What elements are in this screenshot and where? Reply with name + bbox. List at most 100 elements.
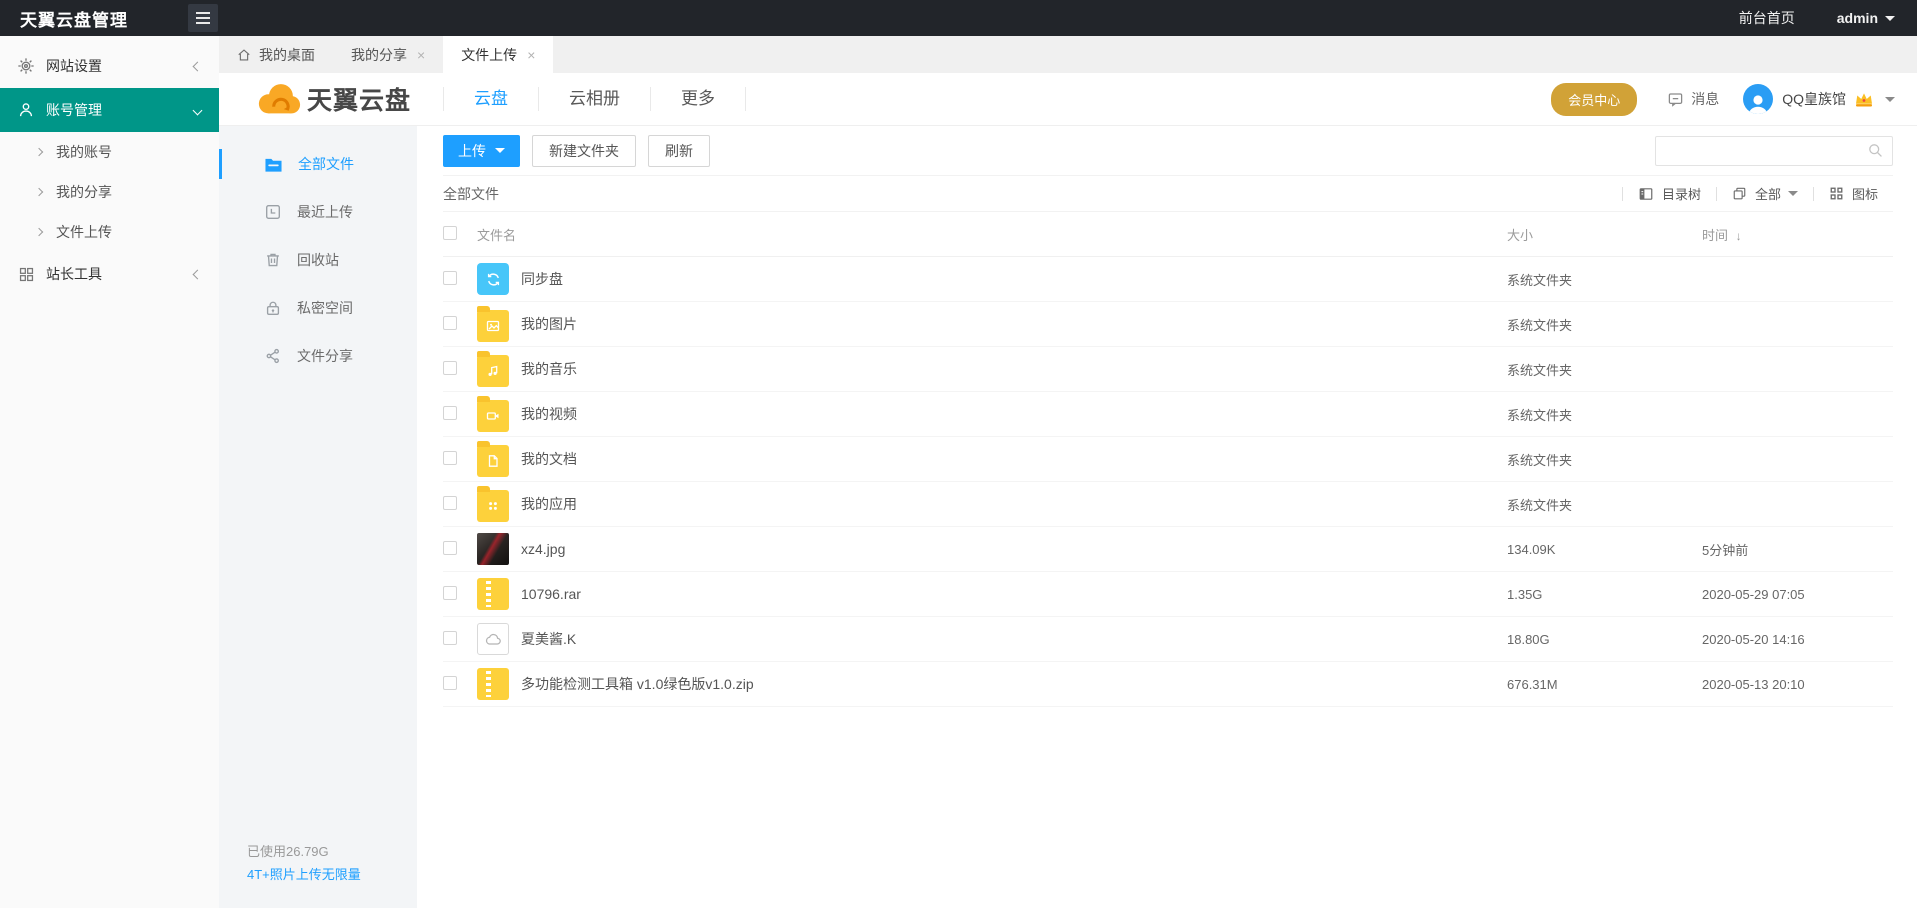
close-icon[interactable]: × [417,47,425,63]
filter-all-icon [1732,186,1747,201]
column-header-name[interactable]: 文件名 [477,225,1507,244]
storage-promo-link[interactable]: 4T+照片上传无限量 [247,863,361,886]
sidebar-subitem-my-shares[interactable]: 我的分享 [0,172,219,212]
breadcrumb-row: 全部文件 目录树 [443,176,1893,212]
column-header-time[interactable]: 时间 ↓ [1702,225,1893,244]
table-row[interactable]: 多功能检测工具箱 v1.0绿色版v1.0.zip 676.31M 2020-05… [443,662,1893,707]
music-folder-icon [477,355,509,387]
row-checkbox[interactable] [443,496,457,510]
file-name[interactable]: 夏美酱.K [521,629,1507,649]
table-row[interactable]: 我的文档 系统文件夹 [443,437,1893,482]
breadcrumb[interactable]: 全部文件 [443,184,499,204]
file-name[interactable]: 我的图片 [521,314,1507,334]
file-name[interactable]: 我的视频 [521,404,1507,424]
upload-button[interactable]: 上传 [443,135,520,167]
table-row[interactable]: 10796.rar 1.35G 2020-05-29 07:05 [443,572,1893,617]
nav-cloud-disk[interactable]: 云盘 [443,87,538,111]
sort-desc-icon[interactable]: ↓ [1736,229,1742,243]
table-row[interactable]: 我的应用 系统文件夹 [443,482,1893,527]
file-name[interactable]: 10796.rar [521,586,1507,602]
menu-private-space[interactable]: 私密空间 [219,284,417,332]
file-side-menu: 全部文件 最近上传 [219,126,417,908]
row-checkbox[interactable] [443,316,457,330]
collapse-menu-button[interactable] [188,4,218,32]
sidebar-item-webmaster-tools[interactable]: 站长工具 [0,252,219,296]
icons-view-button[interactable]: 图标 [1814,184,1893,203]
row-checkbox[interactable] [443,271,457,285]
row-checkbox[interactable] [443,631,457,645]
file-time: 2020-05-20 14:16 [1702,632,1893,647]
lock-icon [264,299,282,317]
new-folder-button[interactable]: 新建文件夹 [532,135,636,167]
sidebar-subitem-file-upload[interactable]: 文件上传 [0,212,219,252]
file-name[interactable]: 同步盘 [521,269,1507,289]
table-row[interactable]: xz4.jpg 134.09K 5分钟前 [443,527,1893,572]
sidebar-subitem-label: 文件上传 [56,222,112,242]
home-icon [237,48,251,62]
chevron-down-icon [1885,16,1895,26]
sidebar-item-site-settings[interactable]: 网站设置 [0,44,219,88]
chevron-left-icon [193,61,203,71]
table-row[interactable]: 我的音乐 系统文件夹 [443,347,1893,392]
crown-icon [1853,89,1875,109]
tab-label: 文件上传 [461,45,517,65]
user-icon [16,101,36,119]
app-nav: 云盘 云相册 更多 [443,87,746,111]
table-row[interactable]: 夏美酱.K 18.80G 2020-05-20 14:16 [443,617,1893,662]
row-checkbox[interactable] [443,586,457,600]
menu-all-files[interactable]: 全部文件 [219,140,417,188]
account-username[interactable]: QQ皇族馆 [1782,89,1846,109]
admin-user-menu[interactable]: admin [1837,10,1895,26]
chevron-down-icon[interactable] [1885,97,1895,107]
doc-folder-icon [477,445,509,477]
menu-recycle-bin[interactable]: 回收站 [219,236,417,284]
menu-label: 回收站 [297,250,339,270]
vip-center-button[interactable]: 会员中心 [1551,83,1637,116]
refresh-button[interactable]: 刷新 [648,135,710,167]
tab-my-desktop[interactable]: 我的桌面 [219,36,333,73]
image-thumbnail [477,533,509,565]
tree-view-button[interactable]: 目录树 [1623,184,1716,203]
file-name[interactable]: 多功能检测工具箱 v1.0绿色版v1.0.zip [521,674,1507,694]
header-right: 会员中心 消息 QQ皇族馆 [1551,83,1895,116]
tab-my-shares[interactable]: 我的分享 × [333,36,443,73]
row-checkbox[interactable] [443,541,457,555]
sidebar-subitem-label: 我的账号 [56,142,112,162]
column-header-size[interactable]: 大小 [1507,225,1702,244]
search-input[interactable] [1656,143,1867,158]
menu-file-share[interactable]: 文件分享 [219,332,417,380]
messages-button[interactable]: 消息 [1667,89,1719,109]
search-icon[interactable] [1867,142,1884,159]
file-name[interactable]: 我的音乐 [521,359,1507,379]
view-control-label: 全部 [1755,184,1781,203]
archive-icon [477,578,509,610]
tab-file-upload[interactable]: 文件上传 × [443,36,553,73]
row-checkbox[interactable] [443,676,457,690]
nav-cloud-album[interactable]: 云相册 [538,87,650,111]
app-logo[interactable]: 天翼云盘 [256,81,411,117]
sidebar-item-label: 站长工具 [46,264,102,284]
menu-recent-uploads[interactable]: 最近上传 [219,188,417,236]
file-name[interactable]: 我的应用 [521,494,1507,514]
filter-all-dropdown[interactable]: 全部 [1717,184,1813,203]
row-checkbox[interactable] [443,406,457,420]
table-row[interactable]: 同步盘 系统文件夹 [443,257,1893,302]
chevron-right-icon [35,148,43,156]
file-name[interactable]: 我的文档 [521,449,1507,469]
avatar[interactable] [1743,84,1773,114]
front-home-link[interactable]: 前台首页 [1739,8,1795,28]
site-title: 天翼云盘管理 [20,6,128,31]
chevron-down-icon [495,148,505,158]
row-checkbox[interactable] [443,361,457,375]
select-all-checkbox[interactable] [443,226,457,240]
sidebar-item-account-management[interactable]: 账号管理 [0,88,219,132]
sidebar-subitem-my-account[interactable]: 我的账号 [0,132,219,172]
nav-more[interactable]: 更多 [650,87,745,111]
file-size: 系统文件夹 [1507,405,1702,424]
file-name[interactable]: xz4.jpg [521,541,1507,557]
close-icon[interactable]: × [527,47,535,63]
chevron-left-icon [193,269,203,279]
table-row[interactable]: 我的视频 系统文件夹 [443,392,1893,437]
table-row[interactable]: 我的图片 系统文件夹 [443,302,1893,347]
row-checkbox[interactable] [443,451,457,465]
